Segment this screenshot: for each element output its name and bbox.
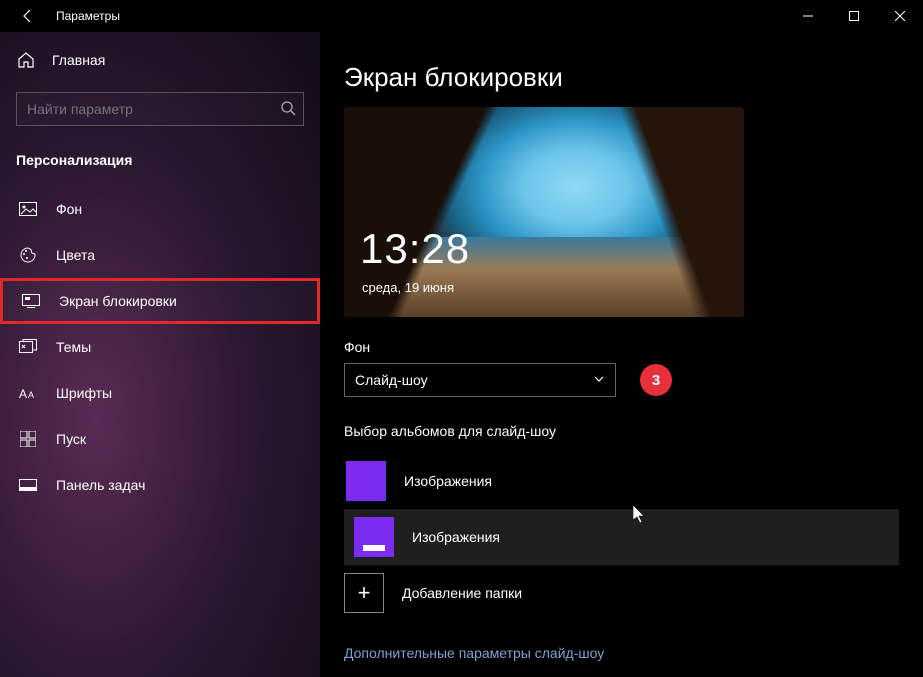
back-button[interactable] (12, 0, 44, 32)
home-icon (16, 51, 36, 69)
sidebar-item-label: Панель задач (56, 477, 145, 493)
titlebar: Параметры (0, 0, 923, 32)
maximize-button[interactable] (831, 0, 877, 32)
svg-text:A: A (28, 390, 34, 400)
sidebar-item-lockscreen[interactable]: Экран блокировки (0, 278, 320, 324)
titlebar-label: Параметры (56, 9, 120, 23)
advanced-settings-link[interactable]: Дополнительные параметры слайд-шоу (344, 645, 604, 661)
page-title: Экран блокировки (344, 62, 899, 93)
album-item[interactable]: Изображения (344, 453, 899, 509)
sidebar-item-label: Цвета (56, 247, 95, 263)
sidebar-item-label: Пуск (56, 431, 86, 447)
sidebar-item-label: Шрифты (56, 385, 112, 401)
sidebar-item-label: Экран блокировки (59, 293, 177, 309)
sidebar-item-colors[interactable]: Цвета (0, 232, 320, 278)
palette-icon (18, 246, 38, 264)
minimize-button[interactable] (785, 0, 831, 32)
album-label: Изображения (412, 529, 500, 545)
sidebar-item-taskbar[interactable]: Панель задач (0, 462, 320, 508)
dropdown-value: Слайд-шоу (355, 372, 428, 388)
themes-icon (18, 339, 38, 355)
album-item[interactable]: Изображения (344, 509, 899, 565)
annotation-badge: 3 (640, 364, 672, 396)
window-controls (785, 0, 923, 32)
album-label: Изображения (404, 473, 492, 489)
svg-text:A: A (19, 387, 27, 400)
start-icon (18, 431, 38, 447)
add-folder-label: Добавление папки (402, 585, 522, 601)
fonts-icon: AA (18, 386, 38, 400)
background-label: Фон (344, 339, 899, 355)
sidebar-item-start[interactable]: Пуск (0, 416, 320, 462)
preview-time: 13:28 (360, 225, 470, 273)
search-container (16, 92, 304, 126)
main-content: Экран блокировки 13:28 среда, 19 июня Фо… (320, 32, 923, 677)
folder-thumb-icon (346, 461, 386, 501)
sidebar-item-fonts[interactable]: AA Шрифты (0, 370, 320, 416)
albums-label: Выбор альбомов для слайд-шоу (344, 423, 899, 439)
taskbar-icon (18, 479, 38, 491)
add-folder-button[interactable]: + Добавление папки (344, 565, 899, 621)
close-button[interactable] (877, 0, 923, 32)
search-icon (280, 100, 296, 121)
sidebar-item-background[interactable]: Фон (0, 186, 320, 232)
category-header: Персонализация (0, 138, 320, 186)
sidebar: Главная Персонализация Фон Цвета Экран б… (0, 32, 320, 677)
chevron-down-icon (593, 372, 605, 388)
background-dropdown[interactable]: Слайд-шоу (344, 363, 616, 397)
home-button[interactable]: Главная (0, 40, 320, 80)
picture-icon (18, 202, 38, 216)
folder-thumb-icon (354, 517, 394, 557)
lockscreen-preview: 13:28 среда, 19 июня (344, 107, 744, 317)
search-input[interactable] (16, 92, 304, 126)
preview-date: среда, 19 июня (362, 280, 454, 295)
plus-icon: + (344, 573, 384, 613)
sidebar-item-themes[interactable]: Темы (0, 324, 320, 370)
lockscreen-icon (21, 294, 41, 308)
home-label: Главная (52, 52, 105, 68)
sidebar-item-label: Темы (56, 339, 91, 355)
sidebar-item-label: Фон (56, 201, 82, 217)
